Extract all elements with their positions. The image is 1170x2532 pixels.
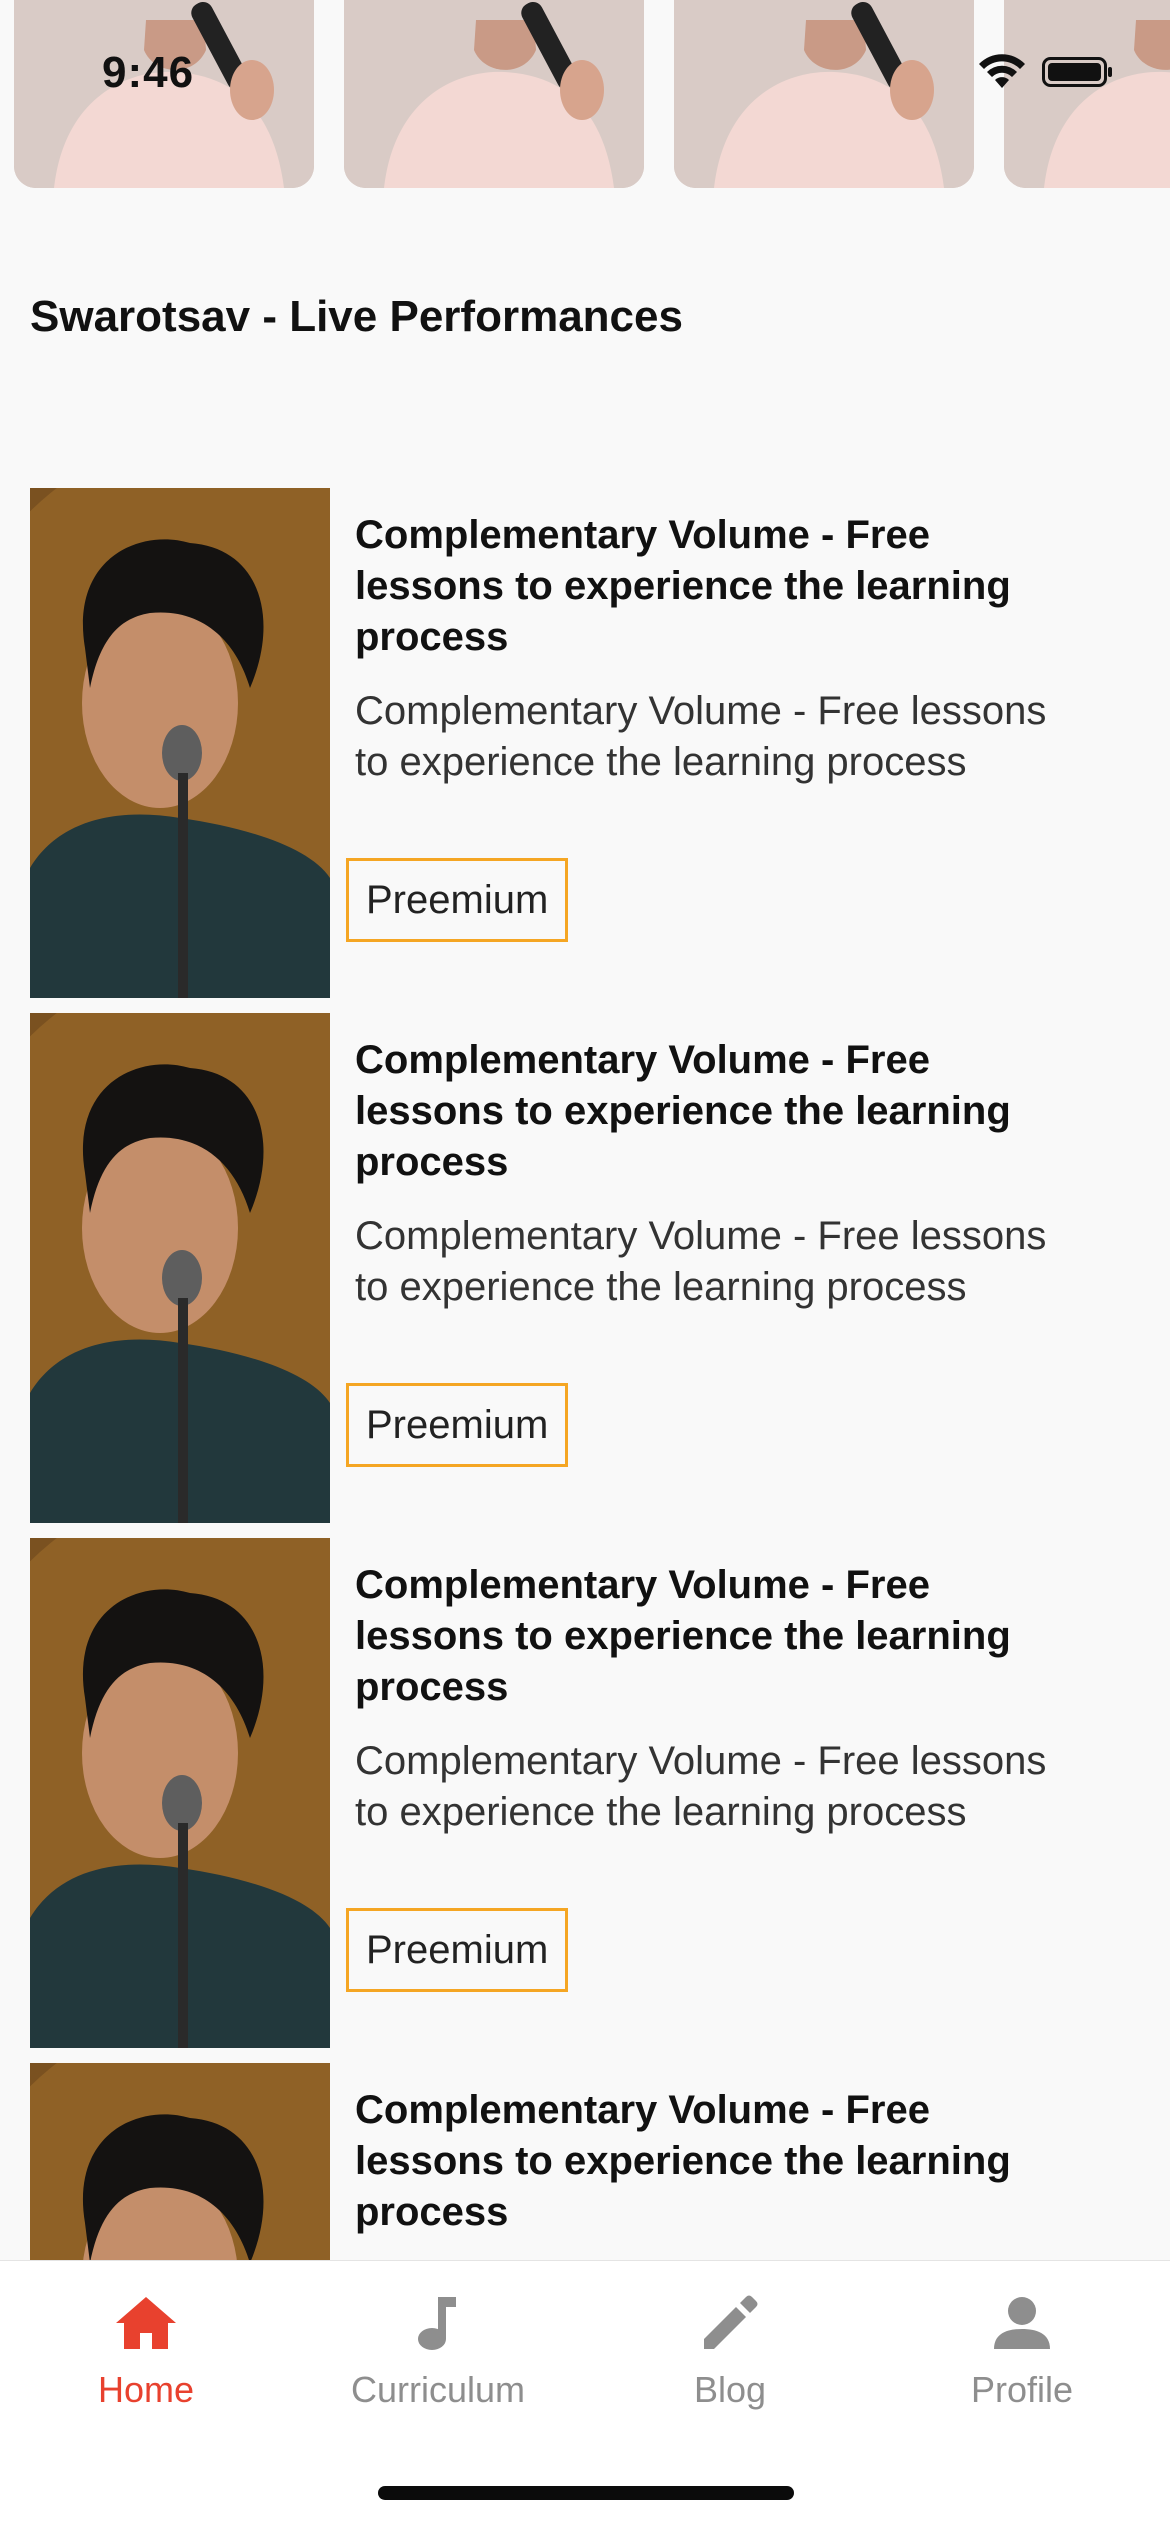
battery-icon	[1042, 57, 1112, 87]
carousel-thumbnail[interactable]	[1004, 0, 1170, 188]
course-description: Complementary Volume - Free lessons to e…	[355, 1739, 1047, 1834]
performer-photo	[344, 0, 644, 188]
course-title: Complementary Volume - Free lessons to e…	[355, 1563, 1011, 1709]
premium-badge: Preemium	[346, 858, 569, 942]
section-title: Swarotsav - Live Performances	[30, 292, 683, 341]
tab-curriculum-label: Curriculum	[350, 2369, 526, 2410]
course-thumbnail	[30, 1013, 330, 1523]
person-icon	[876, 2291, 1168, 2355]
carousel-thumbnail[interactable]	[344, 0, 644, 188]
course-description: Complementary Volume - Free lessons to e…	[355, 1214, 1047, 1309]
course-title: Complementary Volume - Free lessons to e…	[355, 513, 1011, 659]
course-card[interactable]: Complementary Volume - Free lessons to e…	[30, 488, 1140, 998]
tab-home[interactable]: Home	[0, 2291, 292, 2411]
tab-blog[interactable]: Blog	[584, 2291, 876, 2411]
home-indicator	[378, 2486, 794, 2500]
tab-blog-label: Blog	[693, 2369, 767, 2410]
tab-home-label: Home	[97, 2369, 195, 2410]
course-thumbnail	[30, 488, 330, 998]
course-title: Complementary Volume - Free lessons to e…	[355, 1038, 1011, 1184]
performer-photo	[674, 0, 974, 188]
course-card[interactable]: Complementary Volume - Free lessons to e…	[30, 1538, 1140, 2048]
premium-badge: Preemium	[346, 1383, 569, 1467]
status-time: 9:46	[102, 48, 195, 97]
home-icon	[0, 2291, 292, 2355]
premium-badge: Preemium	[346, 1908, 569, 1992]
course-description: Complementary Volume - Free lessons to e…	[355, 689, 1047, 784]
course-title: Complementary Volume - Free lessons to e…	[355, 2088, 1011, 2234]
music-note-icon	[292, 2291, 584, 2355]
carousel-thumbnail[interactable]	[674, 0, 974, 188]
app-screen: 9:46 Swarotsav - Live Performances Compl…	[0, 0, 1170, 2532]
course-card[interactable]: Complementary Volume - Free lessons to e…	[30, 1013, 1140, 1523]
pencil-icon	[584, 2291, 876, 2355]
status-icons	[978, 54, 1114, 90]
performer-photo	[1004, 0, 1170, 188]
tab-profile-label: Profile	[970, 2369, 1074, 2410]
tab-curriculum[interactable]: Curriculum	[292, 2291, 584, 2411]
course-thumbnail	[30, 1538, 330, 2048]
wifi-icon	[979, 54, 1025, 88]
tab-profile[interactable]: Profile	[876, 2291, 1168, 2411]
